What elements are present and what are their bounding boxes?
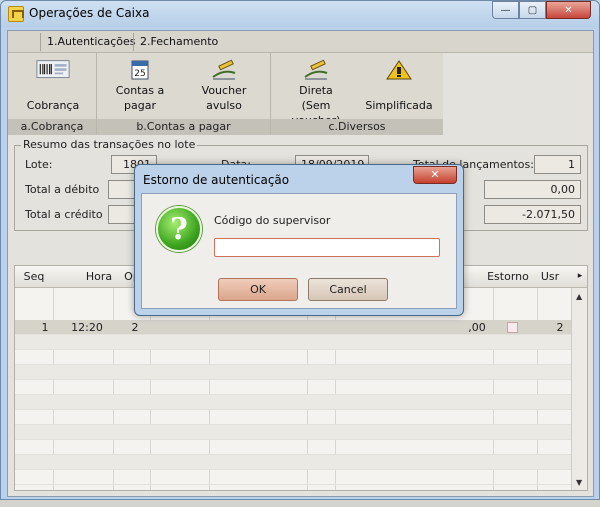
row-seq: 1 xyxy=(41,321,49,334)
close-button[interactable]: ✕ xyxy=(546,1,591,19)
window-title: Operações de Caixa xyxy=(29,6,150,20)
supervisor-code-input[interactable] xyxy=(214,238,440,257)
supervisor-code-label: Código do supervisor xyxy=(214,214,331,227)
contas-a-pagar-button[interactable]: 25 Contas a pagar xyxy=(108,59,172,115)
total-credito-field[interactable]: -2.071,50 xyxy=(484,205,581,224)
minimize-icon: — xyxy=(500,4,511,16)
ribbon: Cobrança 25 Contas a pagar Voucher avuls… xyxy=(8,53,443,135)
scroll-right-icon[interactable]: ▸ xyxy=(573,271,587,281)
table-row xyxy=(15,425,571,440)
simplificada-label-2: Simplificada xyxy=(365,99,433,112)
cobranca-button[interactable]: Cobrança xyxy=(16,59,90,115)
direta-button[interactable]: Direta (Sem voucher) xyxy=(276,59,356,127)
table-row xyxy=(15,470,571,485)
tab-autenticacoes[interactable]: 1.Autenticações xyxy=(47,35,135,48)
total-lancamentos-field[interactable]: 1 xyxy=(534,155,581,174)
col-seq-header[interactable]: Seq xyxy=(15,270,53,283)
table-row xyxy=(15,335,571,350)
dialog-title: Estorno de autenticação xyxy=(143,173,290,187)
title-bar: Operações de Caixa — ▢ ✕ xyxy=(1,1,599,27)
tab-separator xyxy=(40,33,41,51)
row-op: 2 xyxy=(131,321,139,334)
contas-a-pagar-label-2: pagar xyxy=(124,99,156,112)
table-row xyxy=(15,350,571,365)
bottom-strip xyxy=(0,500,600,507)
dialog-body: ? Código do supervisor OK Cancel xyxy=(141,193,457,309)
app-icon xyxy=(8,6,24,22)
total-debito-label: Total a débito xyxy=(25,183,100,196)
minimize-button[interactable]: — xyxy=(492,1,519,19)
summary-title: Resumo das transações no lote xyxy=(21,138,198,151)
direta-label-1: Direta xyxy=(299,84,333,97)
ribbon-group-contas: b.Contas a pagar xyxy=(97,119,270,135)
estorno-dialog: Estorno de autenticação ✕ ? Código do su… xyxy=(134,164,464,316)
table-row[interactable]: 1 12:20 2 ,00 2 xyxy=(15,320,571,335)
total-debito-field[interactable]: 0,00 xyxy=(484,180,581,199)
row-valor: ,00 xyxy=(468,321,486,334)
cancel-button[interactable]: Cancel xyxy=(308,278,388,301)
dialog-close-button[interactable]: ✕ xyxy=(413,166,457,184)
cobranca-label-2: Cobrança xyxy=(26,99,80,112)
maximize-button[interactable]: ▢ xyxy=(519,1,546,19)
table-row xyxy=(15,455,571,470)
row-hora: 12:20 xyxy=(71,321,103,334)
ok-button[interactable]: OK xyxy=(218,278,298,301)
col-usr-header[interactable]: Usr xyxy=(535,270,565,283)
maximize-icon: ▢ xyxy=(527,4,538,16)
row-estorno-checkbox[interactable] xyxy=(507,322,518,333)
cobranca-label-1 xyxy=(16,83,90,98)
table-row xyxy=(15,380,571,395)
contas-a-pagar-label-1: Contas a xyxy=(115,84,165,97)
voucher-avulso-label-1: Voucher xyxy=(201,84,247,97)
table-row xyxy=(15,410,571,425)
close-icon: ✕ xyxy=(564,4,573,16)
table-row xyxy=(15,440,571,455)
scroll-down-icon[interactable]: ▼ xyxy=(576,478,582,487)
scroll-up-icon[interactable]: ▲ xyxy=(576,292,582,301)
pen-icon xyxy=(212,59,236,80)
svg-text:25: 25 xyxy=(134,69,145,79)
simplificada-label-1 xyxy=(364,83,434,98)
row-usr: 2 xyxy=(556,321,564,334)
total-credito-label: Total a crédito xyxy=(25,208,103,221)
ribbon-group-diversos: c.Diversos xyxy=(271,119,443,135)
voucher-avulso-label-2: avulso xyxy=(206,99,242,112)
pen-icon xyxy=(304,59,328,80)
close-icon: ✕ xyxy=(430,168,440,181)
tab-bar: 1.Autenticações 2.Fechamento xyxy=(8,31,593,53)
vertical-scrollbar[interactable]: ▲ ▼ xyxy=(571,288,587,490)
calendar-icon: 25 xyxy=(131,60,149,80)
ribbon-group-cobranca: a.Cobrança xyxy=(8,119,96,135)
lote-label: Lote: xyxy=(25,158,53,171)
table-row xyxy=(15,395,571,410)
tab-separator xyxy=(133,33,134,51)
simplificada-button[interactable]: Simplificada xyxy=(364,59,434,115)
warning-icon xyxy=(386,60,412,80)
tab-fechamento[interactable]: 2.Fechamento xyxy=(140,35,218,48)
col-estorno-header[interactable]: Estorno xyxy=(487,270,529,283)
table-row xyxy=(15,365,571,380)
question-icon: ? xyxy=(156,206,202,252)
voucher-avulso-button[interactable]: Voucher avulso xyxy=(192,59,256,115)
barcode-icon xyxy=(36,60,70,79)
